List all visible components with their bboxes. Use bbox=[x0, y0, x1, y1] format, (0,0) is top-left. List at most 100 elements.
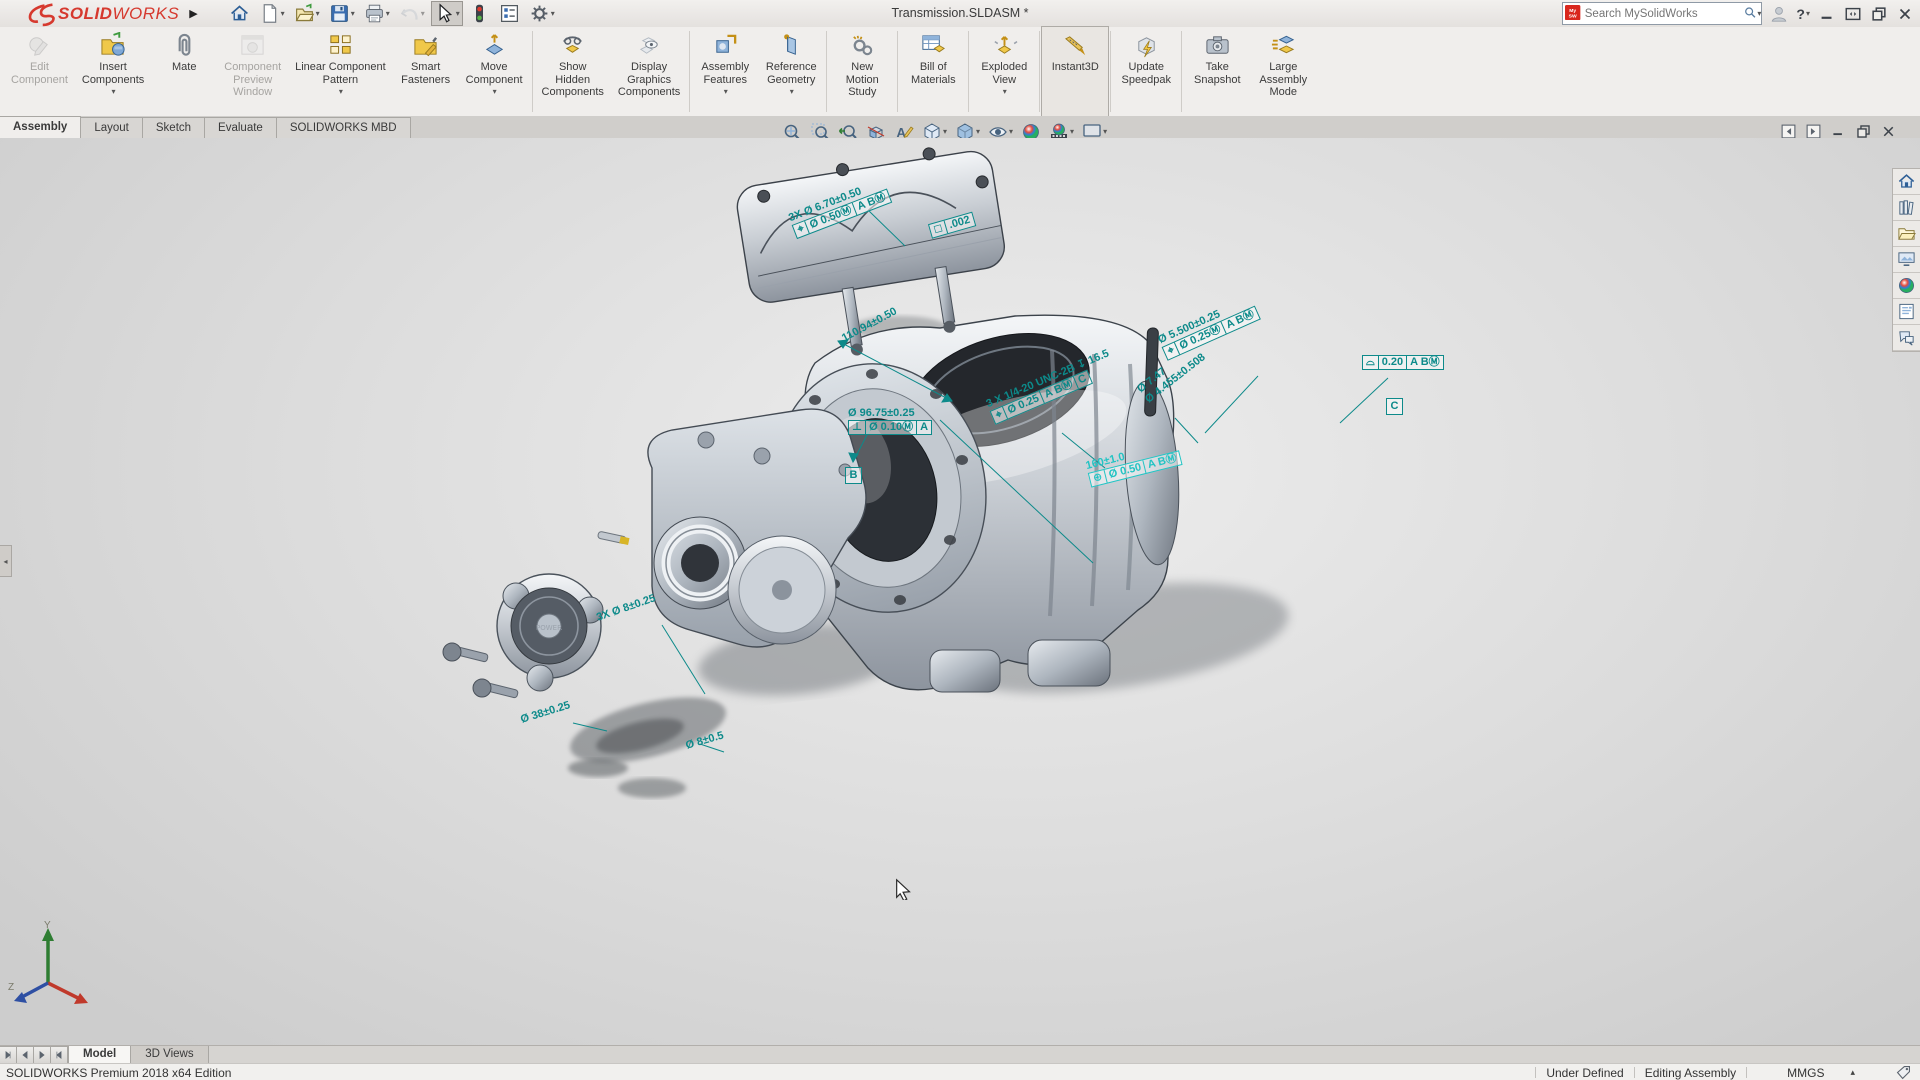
exploded-view-dropdown-icon[interactable]: ▾ bbox=[1003, 87, 1007, 96]
ribbon-take-snapshot-button[interactable]: Take Snapshot bbox=[1184, 27, 1250, 116]
move-component-dropdown-icon[interactable]: ▾ bbox=[493, 87, 497, 96]
select-button[interactable]: ▾ bbox=[431, 1, 463, 26]
bill-of-materials-icon bbox=[920, 32, 947, 59]
taskpane-design-library-tab[interactable] bbox=[1893, 195, 1920, 221]
taskpane-appearances-scenes-tab[interactable] bbox=[1893, 273, 1920, 299]
ribbon-assembly-features-button[interactable]: Assembly Features▾ bbox=[692, 27, 758, 116]
tab-layout[interactable]: Layout bbox=[80, 117, 143, 138]
nav-prev-button[interactable] bbox=[16, 1046, 34, 1064]
transmission-exploded-model[interactable]: POWER Y bbox=[0, 138, 1920, 1045]
view-orientation-dropdown-icon[interactable]: ▾ bbox=[943, 127, 947, 136]
ribbon-instant3d-button[interactable]: Instant3D bbox=[1042, 27, 1108, 116]
rebuild-icon bbox=[469, 3, 490, 24]
ribbon-large-assembly-mode-button[interactable]: Large Assembly Mode bbox=[1250, 27, 1316, 116]
save-dropdown-icon[interactable]: ▾ bbox=[351, 9, 355, 18]
tags-icon[interactable] bbox=[1895, 1064, 1912, 1080]
pane-left-button[interactable] bbox=[1780, 123, 1797, 140]
solidworks-logo: SOLIDWORKS bbox=[26, 2, 179, 26]
end-cap[interactable]: POWER bbox=[443, 574, 603, 698]
span-displays-button[interactable] bbox=[1844, 5, 1862, 23]
taskpane-forum-tab[interactable] bbox=[1893, 325, 1920, 351]
smart-fasteners-icon bbox=[412, 32, 439, 59]
nav-last-button[interactable] bbox=[50, 1046, 68, 1064]
win-restore-button[interactable] bbox=[1855, 123, 1872, 140]
ribbon-separator bbox=[968, 31, 969, 112]
ribbon-separator bbox=[1039, 31, 1040, 112]
ribbon-reference-geometry-button[interactable]: Reference Geometry▾ bbox=[758, 27, 824, 116]
hide-show-items-dropdown-icon[interactable]: ▾ bbox=[1009, 127, 1013, 136]
tab-sketch[interactable]: Sketch bbox=[142, 117, 205, 138]
component-preview-window-icon bbox=[239, 32, 266, 59]
search-icon[interactable] bbox=[1743, 6, 1757, 22]
display-style-dropdown-icon[interactable]: ▾ bbox=[976, 127, 980, 136]
ribbon-linear-component-pattern-button[interactable]: Linear Component Pattern▾ bbox=[288, 27, 393, 116]
ribbon-move-component-button[interactable]: Move Component▾ bbox=[459, 27, 530, 116]
help-button[interactable]: ?▾ bbox=[1796, 6, 1810, 22]
ribbon-insert-components-button[interactable]: Insert Components▾ bbox=[75, 27, 151, 116]
new-document-dropdown-icon[interactable]: ▾ bbox=[281, 9, 285, 18]
insert-components-dropdown-icon[interactable]: ▾ bbox=[112, 87, 116, 96]
file-properties-button[interactable] bbox=[496, 1, 523, 26]
ribbon-show-hidden-components-button[interactable]: Show Hidden Components bbox=[535, 27, 611, 116]
minimize-button[interactable] bbox=[1818, 5, 1836, 23]
ribbon-exploded-view-button[interactable]: Exploded View▾ bbox=[971, 27, 1037, 116]
unit-system-selector[interactable]: MMGS ▴ bbox=[1787, 1066, 1855, 1080]
open-button[interactable]: ▾ bbox=[291, 1, 323, 26]
ribbon-display-graphics-components-button[interactable]: Display Graphics Components bbox=[611, 27, 687, 116]
select-dropdown-icon[interactable]: ▾ bbox=[456, 9, 460, 18]
ribbon-mate-button[interactable]: Mate bbox=[151, 27, 217, 116]
sheet-tab-model[interactable]: Model bbox=[68, 1046, 131, 1064]
close-button[interactable] bbox=[1896, 5, 1914, 23]
print-button[interactable]: ▾ bbox=[361, 1, 393, 26]
open-dropdown-icon[interactable]: ▾ bbox=[316, 9, 320, 18]
home-button[interactable] bbox=[226, 1, 253, 26]
ribbon: Edit ComponentInsert Components▾MateComp… bbox=[0, 27, 1920, 117]
gear-cover[interactable] bbox=[597, 409, 866, 647]
feature-pane-collapse-arrow[interactable]: ◂ bbox=[0, 545, 12, 577]
win-close-button[interactable] bbox=[1880, 123, 1897, 140]
ribbon-bill-of-materials-button[interactable]: Bill of Materials bbox=[900, 27, 966, 116]
nav-first-button[interactable] bbox=[0, 1046, 17, 1064]
sheet-tab-3d-views[interactable]: 3D Views bbox=[131, 1046, 208, 1064]
print-dropdown-icon[interactable]: ▾ bbox=[386, 9, 390, 18]
taskpane-home-tab[interactable] bbox=[1893, 169, 1920, 195]
tab-solidworks-mbd[interactable]: SOLIDWORKS MBD bbox=[276, 117, 411, 138]
undo-dropdown-icon[interactable]: ▾ bbox=[421, 9, 425, 18]
reference-geometry-dropdown-icon[interactable]: ▾ bbox=[790, 87, 794, 96]
define-state-label: Under Defined bbox=[1546, 1066, 1623, 1080]
ribbon-smart-fasteners-button[interactable]: Smart Fasteners bbox=[393, 27, 459, 116]
restore-button[interactable] bbox=[1870, 5, 1888, 23]
rebuild-button[interactable] bbox=[466, 1, 493, 26]
ribbon-label: Assembly Features bbox=[701, 61, 749, 86]
assembly-features-dropdown-icon[interactable]: ▾ bbox=[724, 87, 728, 96]
nav-next-button[interactable] bbox=[33, 1046, 51, 1064]
forum-icon bbox=[1897, 328, 1916, 347]
tab-evaluate[interactable]: Evaluate bbox=[204, 117, 277, 138]
ribbon-label: Move Component bbox=[466, 61, 523, 86]
menu-flyout-arrow[interactable]: ▶ bbox=[189, 7, 197, 20]
save-button[interactable]: ▾ bbox=[326, 1, 358, 26]
taskpane-custom-properties-tab[interactable] bbox=[1893, 299, 1920, 325]
pane-right-button[interactable] bbox=[1805, 123, 1822, 140]
taskpane-file-explorer-tab[interactable] bbox=[1893, 221, 1920, 247]
title-bar: SOLIDWORKS ▶ ▾▾▾▾▾▾▾ Transmission.SLDASM… bbox=[0, 0, 1920, 28]
taskpane-view-palette-tab[interactable] bbox=[1893, 247, 1920, 273]
tab-assembly[interactable]: Assembly bbox=[0, 116, 81, 138]
search-input[interactable] bbox=[1581, 8, 1743, 20]
options-button[interactable]: ▾ bbox=[526, 1, 558, 26]
home-icon bbox=[1897, 172, 1916, 191]
new-document-button[interactable]: ▾ bbox=[256, 1, 288, 26]
appearances-scenes-icon bbox=[1897, 276, 1916, 295]
user-account-icon[interactable] bbox=[1770, 5, 1788, 23]
ribbon-update-speedpak-button[interactable]: Update Speedpak bbox=[1113, 27, 1179, 116]
linear-component-pattern-dropdown-icon[interactable]: ▾ bbox=[339, 87, 343, 96]
view-settings-dropdown-icon[interactable]: ▾ bbox=[1103, 127, 1107, 136]
ribbon-separator bbox=[532, 31, 533, 112]
mysolidworks-search[interactable]: MySW ▾ bbox=[1562, 2, 1762, 25]
search-dropdown-icon[interactable]: ▾ bbox=[1757, 9, 1761, 18]
apply-scene-dropdown-icon[interactable]: ▾ bbox=[1070, 127, 1074, 136]
ribbon-new-motion-study-button[interactable]: New Motion Study bbox=[829, 27, 895, 116]
solidworks-window: SOLIDWORKS ▶ ▾▾▾▾▾▾▾ Transmission.SLDASM… bbox=[0, 0, 1920, 1080]
win-min-button[interactable] bbox=[1830, 123, 1847, 140]
options-dropdown-icon[interactable]: ▾ bbox=[551, 9, 555, 18]
